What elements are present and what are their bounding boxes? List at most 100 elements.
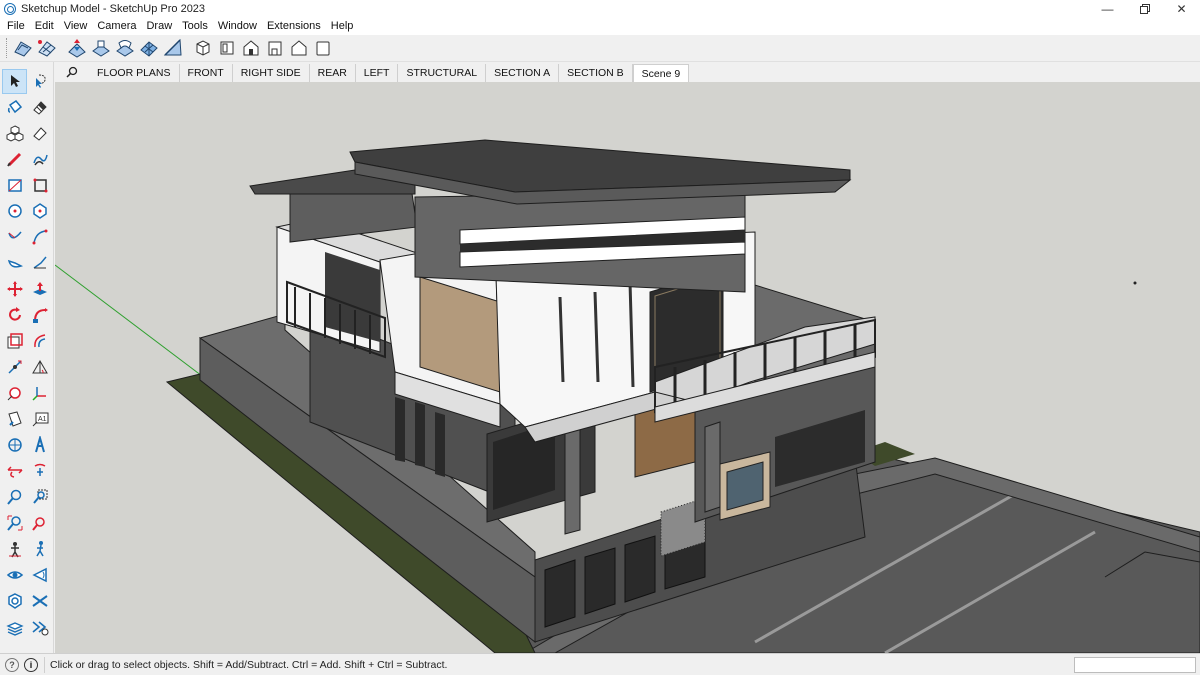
minimize-icon: — xyxy=(1101,2,1114,16)
zoom-tool[interactable] xyxy=(2,485,27,510)
question-icon[interactable]: ? xyxy=(5,657,19,672)
tape-measure-tool[interactable] xyxy=(2,355,27,380)
dimension-tool[interactable] xyxy=(2,381,27,406)
magnifier-icon xyxy=(66,66,78,78)
follow-me-tool[interactable] xyxy=(27,303,52,328)
scene-tab-section-b[interactable]: SECTION B xyxy=(559,64,633,82)
two-point-arc-tool[interactable] xyxy=(27,225,52,250)
rotate-tool[interactable] xyxy=(2,303,27,328)
menu-help[interactable]: Help xyxy=(326,18,359,35)
scene-tab-left[interactable]: LEFT xyxy=(356,64,399,82)
smoove-icon xyxy=(68,39,86,58)
two-point-arc-icon xyxy=(32,229,47,245)
drape-button[interactable] xyxy=(113,36,137,60)
paint-bucket-icon xyxy=(7,100,22,114)
eraser-tool[interactable] xyxy=(27,95,52,120)
look-around-tool[interactable] xyxy=(2,563,27,588)
menu-camera[interactable]: Camera xyxy=(92,18,141,35)
menu-edit[interactable]: Edit xyxy=(30,18,59,35)
smoove-button[interactable] xyxy=(65,36,89,60)
orbit-tool[interactable] xyxy=(2,433,27,458)
scene-tab-scene-9[interactable]: Scene 9 xyxy=(632,64,690,82)
sandbox-from-scratch-button[interactable] xyxy=(35,36,59,60)
toolbar-grip[interactable] xyxy=(6,38,9,58)
pan-tool[interactable] xyxy=(2,459,27,484)
scene-tab-rear[interactable]: REAR xyxy=(310,64,356,82)
select-tool[interactable] xyxy=(2,68,27,94)
previous-view-icon xyxy=(31,517,45,531)
layout-tool[interactable] xyxy=(2,615,27,640)
rectangle-tool[interactable] xyxy=(2,173,27,198)
pie-tool[interactable] xyxy=(2,251,27,276)
menu-file[interactable]: File xyxy=(2,18,30,35)
scene-tab-floor-plans[interactable]: FLOOR PLANS xyxy=(89,64,180,82)
polygon-tool[interactable] xyxy=(27,199,52,224)
walk-person-tool[interactable] xyxy=(27,537,52,562)
extension-warehouse-icon xyxy=(31,595,48,607)
stamp-button[interactable] xyxy=(89,36,113,60)
three-point-arc-tool[interactable] xyxy=(27,251,52,276)
menu-tools[interactable]: Tools xyxy=(177,18,213,35)
pie-icon xyxy=(7,259,23,268)
front-view-button[interactable] xyxy=(239,36,263,60)
component-tool[interactable] xyxy=(2,121,27,146)
freehand-icon xyxy=(32,154,48,166)
flip-edge-button[interactable] xyxy=(161,36,185,60)
scene-tab-structural[interactable]: STRUCTURAL xyxy=(398,64,487,82)
scene-tab-front[interactable]: FRONT xyxy=(180,64,233,82)
scene-tab-section-a[interactable]: SECTION A xyxy=(486,64,560,82)
previous-view-tool[interactable] xyxy=(27,511,52,536)
restore-button[interactable] xyxy=(1126,0,1163,18)
menu-extensions[interactable]: Extensions xyxy=(262,18,326,35)
lasso-tool[interactable] xyxy=(27,69,52,94)
protractor-tool[interactable] xyxy=(27,355,52,380)
rotated-rectangle-tool[interactable] xyxy=(27,173,52,198)
back-view-button[interactable] xyxy=(287,36,311,60)
menu-draw[interactable]: Draw xyxy=(141,18,177,35)
left-view-button[interactable] xyxy=(311,36,335,60)
circle-tool[interactable] xyxy=(2,199,27,224)
tag-eraser-tool[interactable] xyxy=(27,121,52,146)
right-view-button[interactable] xyxy=(263,36,287,60)
text-tool[interactable]: A1 xyxy=(27,407,52,432)
menu-window[interactable]: Window xyxy=(213,18,262,35)
line-tool[interactable] xyxy=(2,147,27,172)
house-model xyxy=(55,139,1200,653)
zoom-extents-tool[interactable] xyxy=(2,511,27,536)
iso-view-button[interactable] xyxy=(191,36,215,60)
zoom-extents-icon xyxy=(6,515,22,531)
move-tool[interactable] xyxy=(2,277,27,302)
scale-tool[interactable] xyxy=(2,329,27,354)
section-plane-icon xyxy=(7,411,22,427)
close-button[interactable]: ✕ xyxy=(1163,0,1200,18)
offset-tool[interactable] xyxy=(27,329,52,354)
top-view-button[interactable] xyxy=(215,36,239,60)
status-bar: ? i Click or drag to select objects. Shi… xyxy=(0,653,1200,675)
section-plane-tool[interactable] xyxy=(2,407,27,432)
menu-view[interactable]: View xyxy=(59,18,93,35)
scene-tabs-bar: FLOOR PLANS FRONT RIGHT SIDE REAR LEFT S… xyxy=(55,62,1200,82)
scene-search-button[interactable] xyxy=(55,62,89,82)
3d-text-tool[interactable] xyxy=(27,433,52,458)
paint-bucket-tool[interactable] xyxy=(2,95,27,120)
info-icon[interactable]: i xyxy=(24,657,38,672)
freehand-tool[interactable] xyxy=(27,147,52,172)
arc-tool[interactable] xyxy=(2,225,27,250)
rotate-icon xyxy=(8,307,21,321)
sandbox-from-contours-button[interactable] xyxy=(11,36,35,60)
walk-tool[interactable] xyxy=(27,459,52,484)
extension-warehouse-tool[interactable] xyxy=(27,589,52,614)
minimize-button[interactable]: — xyxy=(1089,0,1126,18)
measurements-box[interactable] xyxy=(1074,657,1196,673)
model-viewport[interactable] xyxy=(55,82,1200,653)
push-pull-tool[interactable] xyxy=(27,277,52,302)
section-display-tool[interactable] xyxy=(27,563,52,588)
zoom-window-tool[interactable] xyxy=(27,485,52,510)
3d-warehouse-tool[interactable] xyxy=(2,589,27,614)
axes-tool[interactable] xyxy=(27,381,52,406)
scene-tab-right-side[interactable]: RIGHT SIDE xyxy=(233,64,310,82)
line-icon xyxy=(6,152,21,167)
extension-manager-tool[interactable] xyxy=(27,615,52,640)
add-detail-button[interactable] xyxy=(137,36,161,60)
position-camera-tool[interactable] xyxy=(2,537,27,562)
